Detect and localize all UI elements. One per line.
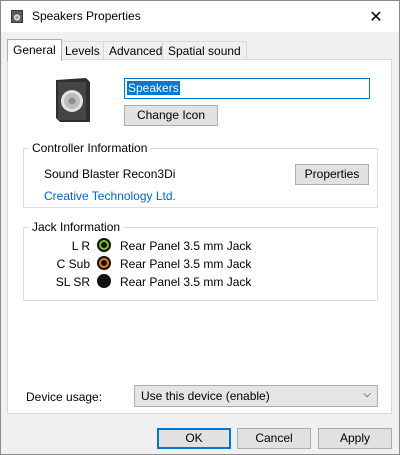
controller-properties-button[interactable]: Properties <box>295 164 369 185</box>
tab-levels[interactable]: Levels <box>59 41 106 60</box>
jack-channel-label: SL SR <box>55 275 90 289</box>
jack-group-label: Jack Information <box>29 220 124 234</box>
jack-row: C Sub Rear Panel 3.5 mm Jack <box>24 255 377 273</box>
jack-channel-label: L R <box>71 239 90 253</box>
jack-location: Rear Panel 3.5 mm Jack <box>120 239 252 253</box>
speaker-small-icon <box>11 10 23 23</box>
jack-channel-label: C Sub <box>56 257 90 271</box>
general-tab-panel: Speakers Change Icon Controller Informat… <box>7 59 392 414</box>
orange-jack-icon <box>97 256 111 270</box>
speaker-device-icon <box>56 78 90 122</box>
device-usage-label: Device usage: <box>26 390 103 404</box>
jack-location: Rear Panel 3.5 mm Jack <box>120 275 252 289</box>
speakers-properties-window: Speakers Properties ✕ General Levels Adv… <box>0 0 400 455</box>
window-title: Speakers Properties <box>32 9 141 23</box>
close-icon: ✕ <box>369 8 383 26</box>
tab-spatial-sound[interactable]: Spatial sound <box>162 41 247 60</box>
close-button[interactable]: ✕ <box>353 1 399 32</box>
controller-group-label: Controller Information <box>29 141 151 155</box>
title-bar: Speakers Properties ✕ <box>1 1 399 32</box>
black-jack-icon <box>97 274 111 288</box>
ok-button[interactable]: OK <box>157 428 231 449</box>
device-usage-dropdown[interactable]: Use this device (enable) ⌵ <box>134 385 378 407</box>
green-jack-icon <box>97 238 111 252</box>
controller-information-group: Controller Information Sound Blaster Rec… <box>23 141 378 208</box>
device-usage-selected: Use this device (enable) <box>141 389 270 403</box>
apply-button[interactable]: Apply <box>318 428 392 449</box>
device-name-input[interactable]: Speakers <box>124 78 370 99</box>
tab-advanced[interactable]: Advanced <box>103 41 169 60</box>
cancel-button[interactable]: Cancel <box>237 428 311 449</box>
controller-vendor-link[interactable]: Creative Technology Ltd. <box>44 189 176 203</box>
tab-general[interactable]: General <box>7 39 62 61</box>
jack-location: Rear Panel 3.5 mm Jack <box>120 257 252 271</box>
jack-row: SL SR Rear Panel 3.5 mm Jack <box>24 273 377 291</box>
jack-row: L R Rear Panel 3.5 mm Jack <box>24 237 377 255</box>
jack-information-group: Jack Information L R Rear Panel 3.5 mm J… <box>23 220 378 301</box>
controller-name: Sound Blaster Recon3Di <box>44 167 176 181</box>
chevron-down-icon: ⌵ <box>363 389 371 400</box>
change-icon-button[interactable]: Change Icon <box>124 105 218 126</box>
device-name-value: Speakers <box>127 81 180 95</box>
